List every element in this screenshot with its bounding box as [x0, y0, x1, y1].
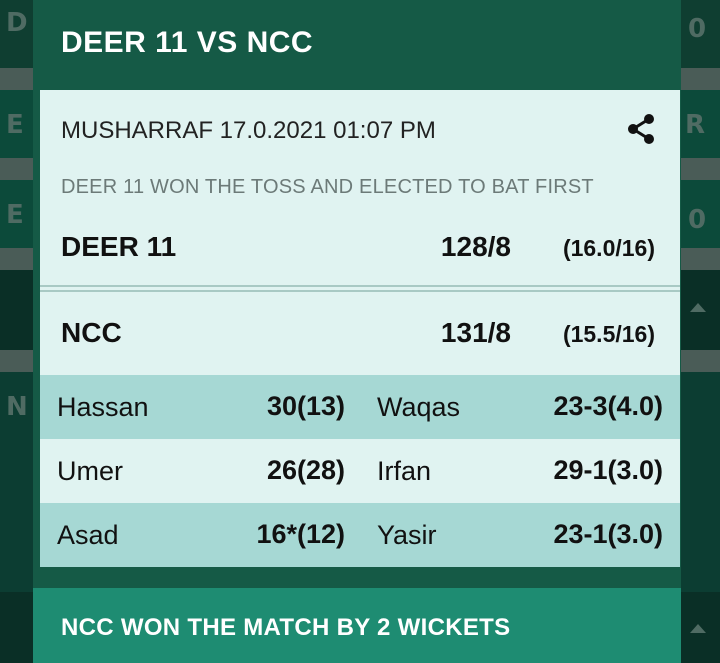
match-result: NCC WON THE MATCH BY 2 WICKETS: [61, 614, 511, 641]
chevron-up-icon: [690, 624, 706, 633]
team-name: NCC: [61, 317, 122, 348]
bowler-figures: 23-3(4.0): [553, 391, 663, 421]
batter-name: Asad: [57, 520, 119, 550]
background-letter: N: [6, 392, 28, 422]
result-banner: NCC WON THE MATCH BY 2 WICKETS: [33, 588, 681, 663]
background-letter: D: [6, 8, 28, 38]
divider: [40, 285, 680, 287]
batter-name: Hassan: [57, 392, 149, 422]
batter-score: 26(28): [266, 455, 345, 485]
team-overs: (15.5/16): [562, 321, 655, 347]
bowler-name: Waqas: [377, 392, 461, 422]
batter-name: Umer: [57, 456, 123, 486]
batter-score: 30(13): [266, 391, 345, 421]
share-icon[interactable]: [626, 113, 656, 145]
performance-row: Umer 26(28) Irfan 29-1(3.0): [40, 439, 680, 503]
dialog-title: DEER 11 VS NCC: [61, 26, 314, 59]
performance-row: Hassan 30(13) Waqas 23-3(4.0): [40, 375, 680, 439]
scorecard: MUSHARRAF 17.0.2021 01:07 PM DEER 11 WON…: [40, 90, 680, 567]
toss-info: DEER 11 WON THE TOSS AND ELECTED TO BAT …: [61, 176, 594, 198]
chevron-up-icon: [690, 303, 706, 312]
divider: [40, 290, 680, 292]
performance-row: Asad 16*(12) Yasir 23-1(3.0): [40, 503, 680, 567]
match-meta: MUSHARRAF 17.0.2021 01:07 PM: [61, 117, 436, 144]
background-letter: E: [6, 200, 24, 230]
background-letter: E: [6, 110, 24, 140]
bowler-figures: 29-1(3.0): [553, 455, 663, 485]
background-letter: R: [685, 110, 706, 140]
bowler-name: Yasir: [377, 520, 437, 550]
team-name: DEER 11: [61, 231, 177, 262]
batter-score: 16*(12): [256, 519, 345, 549]
background-letter: 0: [688, 205, 707, 235]
team-score: 128/8: [440, 231, 511, 262]
background-letter: 0: [688, 14, 707, 44]
team-score: 131/8: [440, 317, 511, 348]
match-dialog: DEER 11 VS NCC MUSHARRAF 17.0.2021 01:07…: [33, 0, 681, 663]
bowler-name: Irfan: [377, 456, 432, 486]
team-overs: (16.0/16): [562, 235, 655, 261]
bowler-figures: 23-1(3.0): [553, 519, 663, 549]
